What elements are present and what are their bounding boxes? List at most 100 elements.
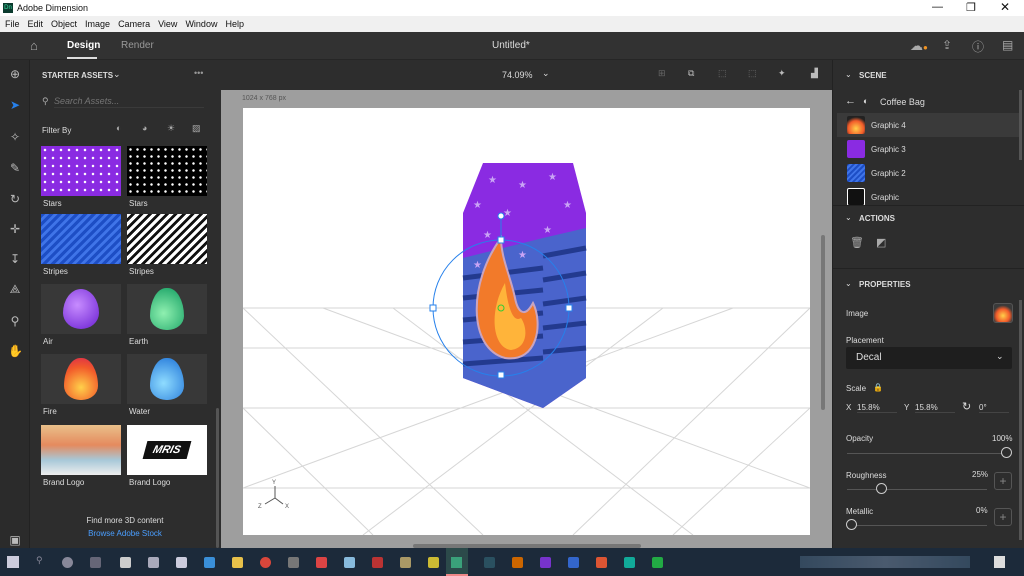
group-icon[interactable]: ⧉: [688, 68, 694, 79]
trash-icon[interactable]: 🗑: [850, 236, 864, 249]
asset-tile[interactable]: Stars: [41, 146, 121, 210]
taskbar-app-icon[interactable]: [484, 557, 495, 568]
scene-scrollbar[interactable]: [1019, 90, 1022, 160]
share-icon[interactable]: ⇪: [942, 38, 952, 52]
menu-file[interactable]: File: [5, 19, 20, 29]
menu-view[interactable]: View: [158, 19, 177, 29]
rotation-input[interactable]: 0°: [979, 403, 1009, 413]
orbit-icon[interactable]: ↻: [8, 192, 22, 206]
metallic-add-texture-button[interactable]: +: [994, 508, 1012, 526]
taskbar-app-icon[interactable]: [204, 557, 215, 568]
filter-lights-icon[interactable]: ☀: [167, 123, 175, 134]
menu-image[interactable]: Image: [85, 19, 110, 29]
metallic-slider[interactable]: [847, 525, 987, 526]
notifications-icon[interactable]: [994, 556, 1005, 568]
menu-object[interactable]: Object: [51, 19, 77, 29]
viewport[interactable]: ★ ★ ★ ★ ★ ★ ★ ★ ★ ★ Y Z X: [243, 108, 810, 535]
horizon-icon[interactable]: ⟁: [8, 282, 22, 296]
pan-camera-icon[interactable]: ✛: [8, 222, 22, 236]
add-icon[interactable]: ⊕: [8, 67, 22, 81]
assets-scrollbar[interactable]: [216, 408, 219, 548]
tab-design[interactable]: Design: [67, 40, 100, 51]
match-perspective-icon[interactable]: ⬚: [748, 68, 757, 79]
taskbar-app-icon[interactable]: [512, 557, 523, 568]
taskbar-app-icon[interactable]: [540, 557, 551, 568]
close-button[interactable]: ✕: [1000, 0, 1010, 14]
vertical-scrollbar[interactable]: [821, 235, 825, 410]
edit-image-icon[interactable]: ◩: [876, 236, 886, 249]
home-icon[interactable]: ⌂: [30, 38, 38, 53]
menu-camera[interactable]: Camera: [118, 19, 150, 29]
scene-collapse-icon[interactable]: ⌄: [845, 70, 852, 79]
asset-tile[interactable]: Water: [127, 354, 207, 418]
menu-edit[interactable]: Edit: [28, 19, 44, 29]
layers-icon[interactable]: ▣: [8, 533, 22, 547]
asset-tile[interactable]: Fire: [41, 354, 121, 418]
taskbar-app-icon[interactable]: [120, 557, 131, 568]
asset-tile[interactable]: Earth: [127, 284, 207, 348]
metallic-slider-handle[interactable]: [846, 519, 857, 530]
cloud-sync-icon[interactable]: ☁●: [910, 38, 928, 54]
taskbar-app-icon[interactable]: [652, 557, 663, 568]
lock-icon[interactable]: 🔒: [873, 383, 883, 392]
search-taskbar-icon[interactable]: ⚲: [36, 555, 43, 566]
asset-tile[interactable]: MRIS Brand Logo: [127, 425, 207, 489]
system-tray[interactable]: [800, 556, 970, 568]
more-icon[interactable]: •••: [194, 68, 203, 78]
scene-item-graphic-2[interactable]: Graphic 2: [837, 161, 1019, 185]
assets-title[interactable]: STARTER ASSETS: [42, 71, 113, 80]
filter-materials-icon[interactable]: ◕: [142, 123, 147, 133]
taskbar-app-icon[interactable]: [316, 557, 327, 568]
magic-wand-icon[interactable]: ✧: [8, 130, 22, 144]
taskbar-app-icon[interactable]: [372, 557, 383, 568]
actions-collapse-icon[interactable]: ⌄: [845, 213, 852, 222]
properties-collapse-icon[interactable]: ⌄: [845, 279, 852, 288]
place-on-ground-icon[interactable]: ⬚: [718, 68, 727, 79]
scene-item-graphic-3[interactable]: Graphic 3: [837, 137, 1019, 161]
render-preview-icon[interactable]: ▟: [811, 68, 818, 79]
start-icon[interactable]: [7, 556, 19, 568]
scale-x-input[interactable]: 15.8%: [857, 403, 897, 413]
feedback-icon[interactable]: ▤: [1002, 38, 1013, 52]
zoom-chevron-icon[interactable]: ⌄: [542, 68, 550, 79]
roughness-slider-handle[interactable]: [876, 483, 887, 494]
image-swatch[interactable]: [993, 303, 1013, 323]
roughness-add-texture-button[interactable]: +: [994, 472, 1012, 490]
taskbar-active-app[interactable]: [446, 548, 468, 576]
scale-y-input[interactable]: 15.8%: [915, 403, 955, 413]
taskbar-app-icon[interactable]: [90, 557, 101, 568]
taskbar-app-icon[interactable]: [62, 557, 73, 568]
taskbar-app-icon[interactable]: [288, 557, 299, 568]
select-tool-icon[interactable]: ➤: [8, 98, 22, 112]
scene-item-graphic-4[interactable]: Graphic 4: [837, 113, 1019, 137]
search-input[interactable]: [54, 94, 204, 108]
asset-tile[interactable]: Stripes: [41, 214, 121, 278]
align-icon[interactable]: ⊞: [658, 68, 666, 79]
asset-tile[interactable]: Air: [41, 284, 121, 348]
asset-tile[interactable]: Stars: [127, 146, 207, 210]
help-icon[interactable]: ⓘ: [972, 38, 984, 55]
sun-object-icon[interactable]: ✦: [778, 68, 786, 79]
zoom-level[interactable]: 74.09%: [502, 70, 533, 80]
filter-images-icon[interactable]: ▨: [192, 123, 201, 134]
browse-stock-link[interactable]: Browse Adobe Stock: [30, 529, 220, 538]
chrome-icon[interactable]: [260, 557, 271, 568]
properties-scrollbar[interactable]: [1019, 300, 1022, 540]
taskbar-app-icon[interactable]: [596, 557, 607, 568]
opacity-slider-handle[interactable]: [1001, 447, 1012, 458]
hand-icon[interactable]: ✋: [8, 344, 23, 358]
tab-render[interactable]: Render: [121, 40, 154, 51]
eyedropper-icon[interactable]: ✎: [8, 161, 22, 175]
roughness-slider[interactable]: [847, 489, 987, 490]
minimize-button[interactable]: —: [932, 1, 943, 13]
taskbar-app-icon[interactable]: [344, 557, 355, 568]
maximize-button[interactable]: ❐: [966, 1, 976, 14]
asset-tile[interactable]: Stripes: [127, 214, 207, 278]
taskbar-app-icon[interactable]: [568, 557, 579, 568]
dolly-icon[interactable]: ↧: [8, 252, 22, 266]
taskbar-app-icon[interactable]: [428, 557, 439, 568]
file-explorer-icon[interactable]: [232, 557, 243, 568]
taskbar-app-icon[interactable]: [176, 557, 187, 568]
opacity-slider[interactable]: [847, 453, 1007, 454]
menu-window[interactable]: Window: [185, 19, 217, 29]
